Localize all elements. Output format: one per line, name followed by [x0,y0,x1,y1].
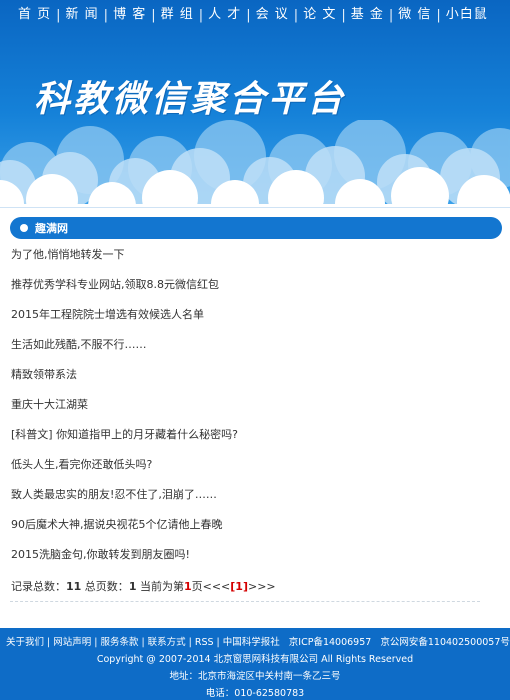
article-link[interactable]: 为了他,悄悄地转发一下 [11,248,125,261]
article-link[interactable]: [科普文] 你知道指甲上的月牙藏着什么秘密吗? [11,428,238,441]
nav-separator: | [246,7,251,23]
nav-item-blog[interactable]: 博 客 [108,8,151,22]
footer-separator [371,637,380,648]
total-count: 11 [66,580,82,593]
list-item: 2015洗脑金句,你敢转发到朋友圈吗! [11,545,491,575]
nav-item-meetings[interactable]: 会 议 [251,8,294,22]
section-header: 趣满网 [10,217,502,239]
article-link[interactable]: 致人类最忠实的朋友!忍不住了,泪崩了…… [11,488,217,501]
nav-separator: | [103,7,109,23]
article-link[interactable]: 90后魔术大神,据说央视花5个亿请他上春晚 [11,518,223,531]
next-page-link[interactable]: >>> [248,580,276,593]
divider [0,207,510,208]
nav-item-news[interactable]: 新 闻 [61,8,104,22]
list-item: 生活如此残酷,不服不行…… [11,335,491,365]
footer-separator: | [188,637,192,648]
list-item: 精致领带系法 [11,365,491,395]
footer: 关于我们 | 网站声明 | 服务条款 | 联系方式 | RSS | 中国科学报社 京ICP备1400… [0,628,510,700]
nav-item-wechat[interactable]: 微 信 [393,8,436,22]
footer-links: 关于我们 | 网站声明 | 服务条款 | 联系方式 | RSS | 中国科学报社 京ICP备1400… [6,634,510,648]
pagination: 记录总数：11 总页数：1 当前为第1页<<<[1]>>> [11,578,276,594]
list-item: [科普文] 你知道指甲上的月牙藏着什么秘密吗? [11,425,491,455]
footer-copyright: Copyright @ 2007-2014 北京窗思网科技有限公司 All Ri… [96,654,414,665]
nav-item-talent[interactable]: 人 才 [203,8,246,22]
list-item: 为了他,悄悄地转发一下 [11,245,491,275]
footer-phone: 电话：010-62580783 [205,688,305,699]
footer-security: 京公网安备110402500057号 [380,637,510,648]
nav-item-home[interactable]: 首 页 [14,8,56,22]
footer-link-rss[interactable]: RSS [195,637,214,648]
nav-separator: | [341,7,346,23]
pages-label: 总页数： [81,580,129,593]
current-suffix: 页 [191,580,203,593]
article-link[interactable]: 重庆十大江湖菜 [11,398,88,411]
footer-icp: 京ICP备14006957 [288,637,372,648]
dashed-divider [10,601,480,602]
article-link[interactable]: 生活如此残酷,不服不行…… [11,338,147,351]
page-1-link[interactable]: [1] [230,580,248,593]
list-item: 推荐优秀学科专业网站,领取8.8元微信红包 [11,275,491,305]
list-item: 低头人生,看完你还敢低头吗? [11,455,491,485]
list-item: 90后魔术大神,据说央视花5个亿请他上春晚 [11,515,491,545]
article-list: 为了他,悄悄地转发一下 推荐优秀学科专业网站,领取8.8元微信红包 2015年工… [11,245,491,575]
nav-separator: | [198,7,204,23]
footer-link-statement[interactable]: 网站声明 [53,637,91,648]
nav-item-groups[interactable]: 群 组 [156,8,199,22]
footer-separator: | [141,637,145,648]
list-item: 致人类最忠实的朋友!忍不住了,泪崩了…… [11,485,491,515]
banner-title: 科教微信聚合平台 [34,79,347,120]
prev-page-link[interactable]: <<< [203,580,231,593]
footer-link-about[interactable]: 关于我们 [6,637,44,648]
footer-separator: | [47,637,51,648]
current-page: 1 [183,580,192,593]
current-prefix: 当前为第 [136,580,184,593]
nav-separator: | [293,7,299,23]
nav-separator: | [436,7,441,23]
bullet-icon [20,224,28,232]
footer-link-contact[interactable]: 联系方式 [148,637,186,648]
nav-separator: | [151,7,156,23]
footer-link-terms[interactable]: 服务条款 [100,637,138,648]
article-link[interactable]: 低头人生,看完你还敢低头吗? [11,458,152,471]
nav-item-mouse[interactable]: 小白鼠 [441,8,493,22]
nav-item-papers[interactable]: 论 文 [298,8,341,22]
cloud-decoration [0,120,510,205]
top-nav: 首 页 | 新 闻 | 博 客 | 群 组 | 人 才 | 会 议 | 论 文 … [0,0,510,30]
footer-separator [280,637,289,648]
section-title: 趣满网 [35,222,68,235]
list-item: 2015年工程院院士增选有效候选人名单 [11,305,491,335]
article-link[interactable]: 2015洗脑金句,你敢转发到朋友圈吗! [11,548,190,561]
article-link[interactable]: 2015年工程院院士增选有效候选人名单 [11,308,204,321]
nav-separator: | [56,7,61,23]
article-link[interactable]: 精致领带系法 [11,368,77,381]
article-link[interactable]: 推荐优秀学科专业网站,领取8.8元微信红包 [11,278,219,291]
nav-item-funds[interactable]: 基 金 [346,8,389,22]
footer-link-sciencenet[interactable]: 中国科学报社 [223,637,280,648]
header-banner: 首 页 | 新 闻 | 博 客 | 群 组 | 人 才 | 会 议 | 论 文 … [0,0,510,205]
footer-separator: | [216,637,220,648]
footer-address: 地址：北京市海淀区中关村南一条乙三号 [169,671,341,682]
total-label: 记录总数： [11,580,66,593]
list-item: 重庆十大江湖菜 [11,395,491,425]
nav-separator: | [388,7,394,23]
